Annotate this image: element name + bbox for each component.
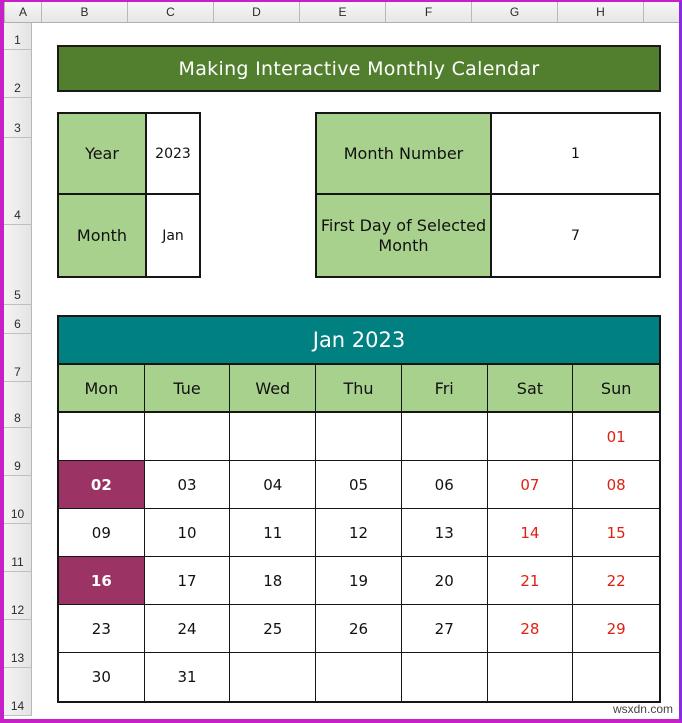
page-title: Making Interactive Monthly Calendar — [57, 45, 661, 92]
month-number-firstday-box: Month Number 1 First Day of Selected Mon… — [315, 112, 661, 278]
calendar-day-cell-16[interactable]: 16 — [59, 557, 145, 605]
calendar-day-cell-13[interactable]: 13 — [401, 509, 488, 557]
calendar-day-cell-empty[interactable] — [401, 653, 488, 701]
calendar-day-cell-empty[interactable] — [144, 413, 231, 461]
calendar-day-cell-empty[interactable] — [316, 413, 402, 461]
first-day-value[interactable]: 7 — [492, 195, 659, 276]
calendar-day-cell-empty[interactable] — [316, 653, 402, 701]
column-header-g[interactable]: G — [472, 2, 558, 22]
calendar-day-name-row: Mon Tue Wed Thu Fri Sat Sun — [59, 365, 659, 413]
calendar-day-cell-04[interactable]: 04 — [230, 461, 317, 509]
calendar-day-cell-29[interactable]: 29 — [573, 605, 659, 653]
calendar-day-cell-30[interactable]: 30 — [59, 653, 145, 701]
row-header-11[interactable]: 11 — [4, 524, 32, 572]
column-header-f[interactable]: F — [386, 2, 472, 22]
row-header-1[interactable]: 1 — [4, 23, 32, 50]
calendar-day-cell-06[interactable]: 06 — [401, 461, 488, 509]
calendar-day-cell-11[interactable]: 11 — [230, 509, 317, 557]
worksheet-grid: Making Interactive Monthly Calendar Year… — [33, 23, 679, 719]
month-number-value[interactable]: 1 — [492, 114, 659, 195]
row-header-10[interactable]: 10 — [4, 476, 32, 524]
row-header-5[interactable]: 5 — [4, 225, 32, 305]
calendar-week-row: 30 31 — [59, 653, 659, 701]
column-header-b[interactable]: B — [42, 2, 128, 22]
excel-spreadsheet: ABCDEFGH 1 2 3 4 5 6 7 8 9 10 11 12 13 14 Making Inte… — [0, 0, 682, 723]
calendar-day-name-thu: Thu — [316, 365, 402, 411]
calendar-day-cell-08[interactable]: 08 — [573, 461, 659, 509]
month-number-label: Month Number — [317, 114, 492, 195]
calendar-week-row: 01 — [59, 413, 659, 461]
calendar-day-cell-empty[interactable] — [573, 653, 659, 701]
calendar-day-cell-05[interactable]: 05 — [316, 461, 402, 509]
year-value[interactable]: 2023 — [147, 114, 199, 195]
calendar-day-cell-10[interactable]: 10 — [144, 509, 231, 557]
row-header-9[interactable]: 9 — [4, 428, 32, 476]
row-header-13[interactable]: 13 — [4, 620, 32, 668]
calendar-day-cell-empty[interactable] — [487, 413, 574, 461]
calendar-week-row: 09 10 11 12 13 14 15 — [59, 509, 659, 557]
row-header-2[interactable]: 2 — [4, 50, 32, 98]
calendar-day-cell-31[interactable]: 31 — [144, 653, 231, 701]
calendar-day-cell-empty[interactable] — [487, 653, 574, 701]
calendar-day-cell-empty[interactable] — [230, 653, 317, 701]
monthly-calendar: Jan 2023 Mon Tue Wed Thu Fri Sat Sun 01 02 03 04 0… — [57, 315, 661, 703]
row-header-7[interactable]: 7 — [4, 334, 32, 382]
calendar-day-cell-14[interactable]: 14 — [487, 509, 574, 557]
row-header-6[interactable]: 6 — [4, 305, 32, 334]
calendar-day-cell-18[interactable]: 18 — [230, 557, 317, 605]
select-all-corner[interactable] — [4, 2, 5, 22]
column-header-a[interactable]: A — [5, 2, 42, 22]
calendar-day-cell-02[interactable]: 02 — [59, 461, 145, 509]
row-header-14[interactable]: 14 — [4, 668, 32, 716]
calendar-day-cell-25[interactable]: 25 — [230, 605, 317, 653]
calendar-day-cell-20[interactable]: 20 — [401, 557, 488, 605]
calendar-day-name-fri: Fri — [401, 365, 488, 411]
row-header-3[interactable]: 3 — [4, 98, 32, 138]
row-header-8[interactable]: 8 — [4, 382, 32, 428]
calendar-day-cell-09[interactable]: 09 — [59, 509, 145, 557]
calendar-day-cell-12[interactable]: 12 — [316, 509, 402, 557]
calendar-weeks: 01 02 03 04 05 06 07 08 09 10 11 12 13 14 15 16 17 18 19 20… — [59, 413, 659, 701]
calendar-month-title: Jan 2023 — [59, 317, 659, 365]
calendar-day-cell-empty[interactable] — [401, 413, 488, 461]
calendar-day-cell-28[interactable]: 28 — [487, 605, 574, 653]
column-header-h[interactable]: H — [558, 2, 644, 22]
calendar-day-cell-19[interactable]: 19 — [316, 557, 402, 605]
calendar-day-cell-03[interactable]: 03 — [144, 461, 231, 509]
row-header-column: 1 2 3 4 5 6 7 8 9 10 11 12 13 14 — [4, 23, 32, 716]
calendar-week-row: 02 03 04 05 06 07 08 — [59, 461, 659, 509]
column-header-e[interactable]: E — [300, 2, 386, 22]
column-header-c[interactable]: C — [128, 2, 214, 22]
column-header-row: ABCDEFGH — [4, 2, 679, 23]
row-header-4[interactable]: 4 — [4, 138, 32, 225]
calendar-day-cell-22[interactable]: 22 — [573, 557, 659, 605]
calendar-day-cell-empty[interactable] — [59, 413, 145, 461]
calendar-week-row: 23 24 25 26 27 28 29 — [59, 605, 659, 653]
watermark: wsxdn.com — [612, 702, 673, 716]
calendar-day-name-tue: Tue — [144, 365, 231, 411]
calendar-week-row: 16 17 18 19 20 21 22 — [59, 557, 659, 605]
calendar-day-cell-17[interactable]: 17 — [144, 557, 231, 605]
calendar-day-cell-26[interactable]: 26 — [316, 605, 402, 653]
first-day-label: First Day of Selected Month — [317, 195, 492, 276]
calendar-day-cell-empty[interactable] — [230, 413, 317, 461]
calendar-day-name-mon: Mon — [59, 365, 145, 411]
calendar-day-name-sun: Sun — [573, 365, 659, 411]
calendar-day-cell-27[interactable]: 27 — [401, 605, 488, 653]
calendar-day-cell-24[interactable]: 24 — [144, 605, 231, 653]
column-header-d[interactable]: D — [214, 2, 300, 22]
calendar-day-name-wed: Wed — [230, 365, 317, 411]
month-label: Month — [59, 195, 147, 276]
calendar-day-cell-21[interactable]: 21 — [487, 557, 574, 605]
column-header-extra — [644, 2, 679, 22]
month-value[interactable]: Jan — [147, 195, 199, 276]
row-header-12[interactable]: 12 — [4, 572, 32, 620]
year-label: Year — [59, 114, 147, 195]
calendar-day-cell-23[interactable]: 23 — [59, 605, 145, 653]
calendar-day-cell-01[interactable]: 01 — [573, 413, 659, 461]
year-month-input-box: Year 2023 Month Jan — [57, 112, 201, 278]
calendar-day-cell-15[interactable]: 15 — [573, 509, 659, 557]
calendar-day-name-sat: Sat — [487, 365, 574, 411]
calendar-day-cell-07[interactable]: 07 — [487, 461, 574, 509]
